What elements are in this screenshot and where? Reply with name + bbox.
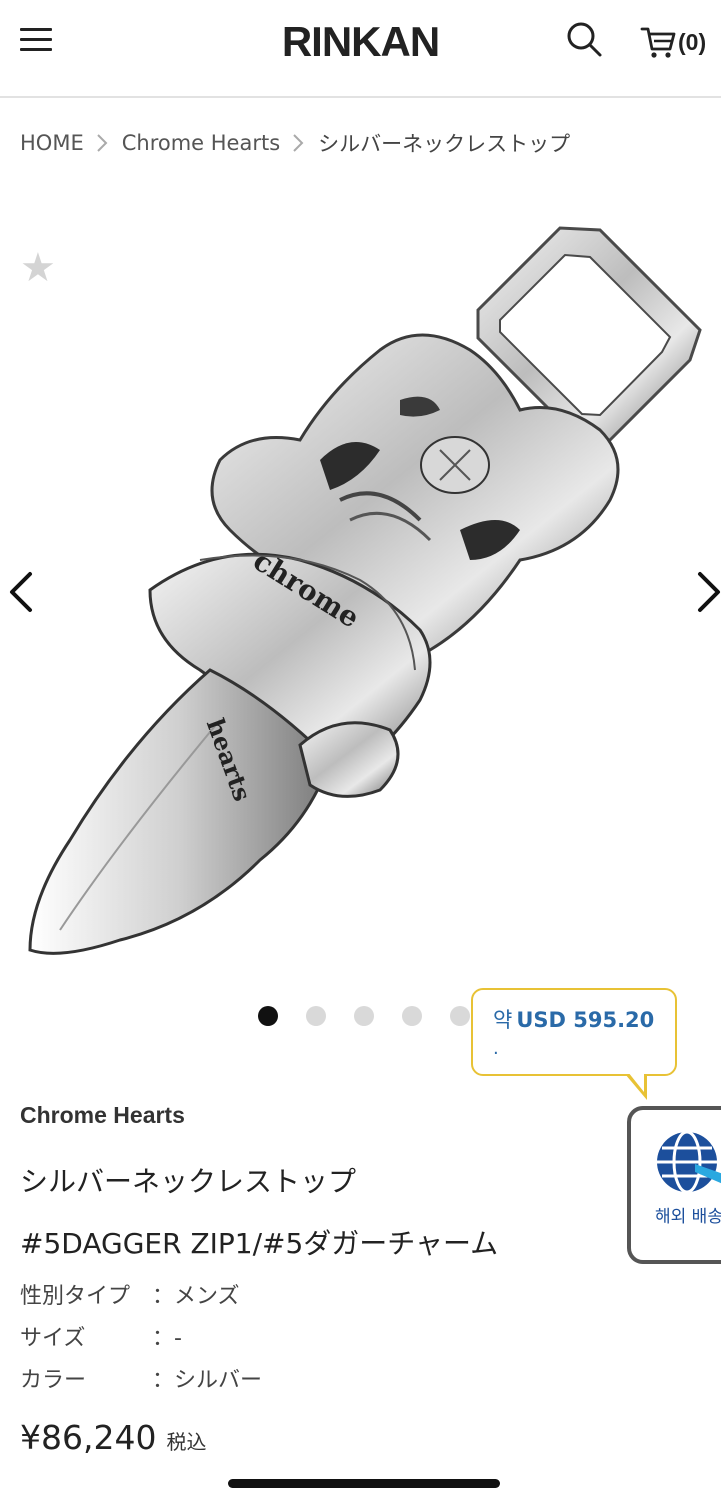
site-logo[interactable]: RINKAN — [0, 18, 721, 66]
price-amount: ¥86,240 — [20, 1418, 157, 1457]
pagination-dot[interactable] — [258, 1006, 278, 1026]
spec-value: ：シルバー — [152, 1368, 263, 1393]
breadcrumb: HOME Chrome Hearts シルバーネックレストップ — [20, 128, 570, 158]
spec-row-color: カラー ：シルバー — [20, 1362, 262, 1394]
breadcrumb-current: シルバーネックレストップ — [318, 132, 571, 156]
search-icon[interactable] — [564, 20, 604, 60]
breadcrumb-brand[interactable]: Chrome Hearts — [122, 131, 280, 155]
currency-conversion-popup: 약 USD 595.20 . — [471, 988, 677, 1100]
gallery-pagination — [258, 1006, 470, 1026]
spec-key: 性別タイプ — [20, 1284, 131, 1309]
product-price: ¥86,240 税込 — [20, 1418, 206, 1457]
previous-image-button[interactable] — [4, 570, 44, 614]
currency-dot: . — [493, 1038, 499, 1059]
spec-key: カラー — [20, 1368, 87, 1393]
product-image[interactable]: chrome hearts — [0, 200, 721, 990]
home-indicator[interactable] — [228, 1479, 500, 1488]
overseas-shipping-widget[interactable]: 해외 배송 — [627, 1106, 721, 1264]
shipping-label: 해외 배송 — [655, 1207, 721, 1227]
chevron-right-icon — [96, 133, 108, 153]
spec-key: サイズ — [20, 1326, 86, 1351]
converted-price: USD 595.20 — [516, 1008, 655, 1032]
pagination-dot[interactable] — [354, 1006, 374, 1026]
spec-value: ：メンズ — [152, 1284, 240, 1309]
cart-button[interactable]: (0) — [640, 22, 706, 62]
pagination-dot[interactable] — [450, 1006, 470, 1026]
tax-label: 税込 — [166, 1430, 207, 1454]
product-name-line1: シルバーネックレストップ — [20, 1165, 357, 1198]
spec-row-size: サイズ ：- — [20, 1320, 182, 1352]
product-brand[interactable]: Chrome Hearts — [20, 1102, 185, 1129]
pagination-dot[interactable] — [402, 1006, 422, 1026]
cart-count: (0) — [678, 28, 707, 55]
globe-plane-icon — [657, 1130, 721, 1194]
favorite-star-icon[interactable]: ★ — [20, 248, 56, 288]
currency-prefix: 약 — [493, 1008, 513, 1032]
chevron-right-icon — [292, 133, 304, 153]
breadcrumb-home[interactable]: HOME — [20, 131, 84, 155]
spec-value: ：- — [152, 1326, 182, 1351]
pagination-dot[interactable] — [306, 1006, 326, 1026]
spec-row-gender: 性別タイプ ：メンズ — [20, 1278, 240, 1310]
cart-icon — [640, 27, 676, 58]
site-header: RINKAN (0) — [0, 0, 721, 98]
next-image-button[interactable] — [688, 570, 721, 614]
product-name-line2: #5DAGGER ZIP1/#5ダガーチャーム — [20, 1227, 499, 1260]
